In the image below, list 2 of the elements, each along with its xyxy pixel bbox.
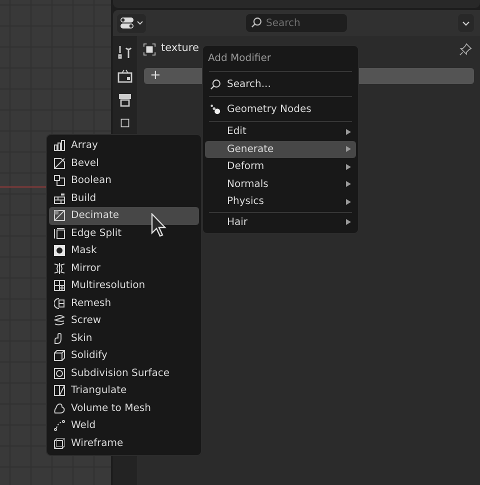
object-name: texture (161, 41, 199, 56)
menu-title: Add Modifier (207, 52, 272, 66)
